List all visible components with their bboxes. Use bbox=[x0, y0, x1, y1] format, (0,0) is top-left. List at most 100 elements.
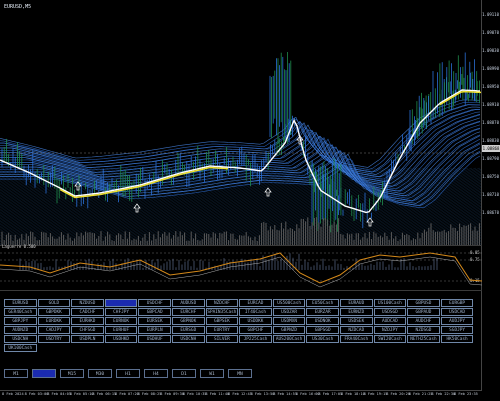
symbol-button-usdtry[interactable]: USDTRY bbox=[37, 335, 71, 343]
symbol-button-usdsgd[interactable]: USDSGD bbox=[373, 308, 407, 316]
symbol-button-us500cash[interactable]: US500Cash bbox=[272, 299, 306, 307]
price-axis-label: 1.08830 bbox=[482, 138, 499, 143]
symbol-button-cadjpy[interactable]: CADJPY bbox=[37, 326, 71, 334]
symbol-button-eurdkk[interactable]: EURDKK bbox=[37, 317, 71, 325]
price-axis-label: 1.08990 bbox=[482, 66, 499, 71]
symbol-button-eurnzd[interactable]: EURNZD bbox=[340, 308, 373, 316]
price-axis-label: 1.08790 bbox=[482, 156, 499, 161]
symbol-button-eurusd[interactable]: EURUSD bbox=[4, 299, 37, 307]
symbol-button-spain35cash[interactable]: SPAIN35Cash bbox=[205, 308, 239, 316]
time-axis-label: 8 Feb 05:10 bbox=[69, 392, 94, 396]
symbol-button-nzdcad[interactable]: NZDCAD bbox=[340, 326, 373, 334]
symbol-button-audcad[interactable]: AUDCAD bbox=[373, 317, 407, 325]
symbol-button-usdmxn[interactable]: USDMXN bbox=[272, 317, 306, 325]
time-axis-label: 8 Feb 07:20 bbox=[115, 392, 139, 396]
symbol-button-silver[interactable]: SILVER bbox=[205, 335, 239, 343]
symbol-button-usdcnh[interactable]: USDCNH bbox=[172, 335, 205, 343]
time-axis-label: 8 Feb 16:00 bbox=[295, 392, 320, 396]
symbol-button-jp225cash[interactable]: JP225Cash bbox=[239, 335, 272, 343]
symbol-button-nzdchf[interactable]: NZDCHF bbox=[205, 299, 239, 307]
symbol-button-gbpsgd[interactable]: GBPSGD bbox=[306, 326, 339, 334]
symbol-button-eurzar[interactable]: EURZAR bbox=[306, 308, 339, 316]
timeframe-button-h4[interactable]: H4 bbox=[144, 369, 168, 378]
symbol-button-sgdjpy[interactable]: SGDJPY bbox=[440, 326, 474, 334]
time-axis-label: 8 Feb 10:35 bbox=[182, 392, 207, 396]
laguerre-indicator[interactable]: 0.850.750.15 bbox=[0, 245, 482, 290]
symbol-button-audjpy[interactable]: AUDJPY bbox=[440, 317, 474, 325]
time-axis-label: 8 Feb 22:30 bbox=[431, 392, 456, 396]
timeframe-button-m30[interactable]: M30 bbox=[88, 369, 112, 378]
symbol-button-ger40cash[interactable]: GER40Cash bbox=[4, 308, 37, 316]
symbol-button-euraud[interactable]: EURAUD bbox=[340, 299, 373, 307]
symbol-button-eursek[interactable]: EURSEK bbox=[138, 317, 171, 325]
timeframe-button-m15[interactable]: M15 bbox=[60, 369, 84, 378]
symbol-button-aus200cash[interactable]: AUS200Cash bbox=[272, 335, 306, 343]
time-axis-label: 8 Feb 2024 bbox=[2, 392, 24, 396]
price-axis-label: 1.08710 bbox=[482, 192, 499, 197]
timeframe-button-m5[interactable]: M5 bbox=[32, 369, 56, 378]
symbol-button-usdnok[interactable]: USDNOK bbox=[306, 317, 339, 325]
symbol-button-nzdusd[interactable]: NZDUSD bbox=[71, 299, 104, 307]
time-axis-label: 8 Feb 20:20 bbox=[386, 392, 410, 396]
symbol-button-us30cash[interactable]: US30Cash bbox=[306, 335, 339, 343]
symbol-button-usdsek[interactable]: USDSEK bbox=[340, 317, 373, 325]
symbol-button-gbpusd[interactable]: GBPUSD bbox=[407, 299, 440, 307]
symbol-button-audchf[interactable]: AUDCHF bbox=[407, 317, 440, 325]
symbol-button-chfsgd[interactable]: CHFSGD bbox=[71, 326, 104, 334]
symbol-button-eurhkd[interactable]: EURHKD bbox=[71, 317, 104, 325]
symbol-button-it40cash[interactable]: IT40Cash bbox=[239, 308, 272, 316]
panel-separator[interactable] bbox=[0, 290, 482, 291]
symbol-button-usdzar[interactable]: USDZAR bbox=[272, 308, 306, 316]
symbol-button-nzdjpy[interactable]: NZDJPY bbox=[373, 326, 407, 334]
symbol-button-usdchf[interactable]: USDCHF bbox=[138, 299, 171, 307]
timeframe-button-w1[interactable]: W1 bbox=[200, 369, 224, 378]
symbol-button-fra40cash[interactable]: FRA40Cash bbox=[340, 335, 373, 343]
time-axis-label: 8 Feb 04:05 bbox=[47, 392, 71, 396]
symbol-button-gbpnzd[interactable]: GBPNZD bbox=[272, 326, 306, 334]
timeframe-button-h1[interactable]: H1 bbox=[116, 369, 140, 378]
symbol-button-gbpcad[interactable]: GBPCAD bbox=[138, 308, 171, 316]
symbol-button-eurgbp[interactable]: EURGBP bbox=[440, 299, 474, 307]
symbol-button-eurchf[interactable]: EURCHF bbox=[172, 308, 205, 316]
symbol-button-gbpnok[interactable]: GBPNOK bbox=[172, 317, 205, 325]
symbol-button-usdhkd[interactable]: USDHKD bbox=[104, 335, 138, 343]
symbol-button-neth25cash[interactable]: NETH25Cash bbox=[407, 335, 440, 343]
symbol-button-nzdsgd[interactable]: NZDSGD bbox=[407, 326, 440, 334]
symbol-button-gbpjpy[interactable]: GBPJPY bbox=[4, 317, 37, 325]
symbol-button-chfjpy[interactable]: CHFJPY bbox=[104, 308, 138, 316]
symbol-button-eurnok[interactable]: EURNOK bbox=[104, 317, 138, 325]
symbol-button-hk50cash[interactable]: HK50Cash bbox=[440, 335, 474, 343]
timeframe-button-mn[interactable]: MN bbox=[228, 369, 252, 378]
symbol-button-eu50cash[interactable]: EU50Cash bbox=[306, 299, 339, 307]
symbol-button-usddkk[interactable]: USDDKK bbox=[239, 317, 272, 325]
current-price-tag: 1.08868 bbox=[482, 145, 500, 152]
symbol-button-eursgd[interactable]: EURSGD bbox=[172, 326, 205, 334]
timeframe-button-m1[interactable]: M1 bbox=[4, 369, 28, 378]
time-axis: 8 Feb 2024 8 Feb 03:00 8 Feb 04:05 8 Feb 05… bbox=[0, 390, 482, 401]
symbol-button-usdpln[interactable]: USDPLN bbox=[71, 335, 104, 343]
symbol-button-gbpaud[interactable]: GBPAUD bbox=[407, 308, 440, 316]
symbol-button-audnzd[interactable]: AUDNZD bbox=[4, 326, 37, 334]
price-chart[interactable] bbox=[0, 8, 482, 245]
indicator-levels: 0.850.750.15 bbox=[470, 250, 480, 283]
symbol-button-usdhuf[interactable]: USDHUF bbox=[138, 335, 171, 343]
symbol-button-gbpdkk[interactable]: GBPDKK bbox=[37, 308, 71, 316]
timeframe-button-d1[interactable]: D1 bbox=[172, 369, 196, 378]
symbol-button-cadchf[interactable]: CADCHF bbox=[71, 308, 104, 316]
symbol-button-gbpsek[interactable]: GBPSEK bbox=[205, 317, 239, 325]
symbol-button-gbpjpy[interactable]: GBPJPY bbox=[104, 299, 138, 307]
symbol-button-gbpchf[interactable]: GBPCHF bbox=[239, 326, 272, 334]
symbol-button-gold[interactable]: GOLD bbox=[37, 299, 71, 307]
time-axis-label: 8 Feb 19:15 bbox=[363, 392, 388, 396]
symbol-button-audusd[interactable]: AUDUSD bbox=[172, 299, 205, 307]
symbol-button-usdcad[interactable]: USDCAD bbox=[440, 308, 474, 316]
symbol-button-uk100cash[interactable]: UK100Cash bbox=[4, 344, 37, 352]
time-axis-label: 8 Feb 23:35 bbox=[454, 392, 478, 396]
symbol-button-eurcad[interactable]: EURCAD bbox=[239, 299, 272, 307]
symbol-button-eurtry[interactable]: EURTRY bbox=[205, 326, 239, 334]
symbol-button-usdcnh[interactable]: USDCNH bbox=[4, 335, 37, 343]
symbol-button-eurhuf[interactable]: EURHUF bbox=[104, 326, 138, 334]
symbol-button-us100cash[interactable]: US100Cash bbox=[373, 299, 407, 307]
symbol-button-eurpln[interactable]: EURPLN bbox=[138, 326, 171, 334]
symbol-button-swi20cash[interactable]: SWI20Cash bbox=[373, 335, 407, 343]
